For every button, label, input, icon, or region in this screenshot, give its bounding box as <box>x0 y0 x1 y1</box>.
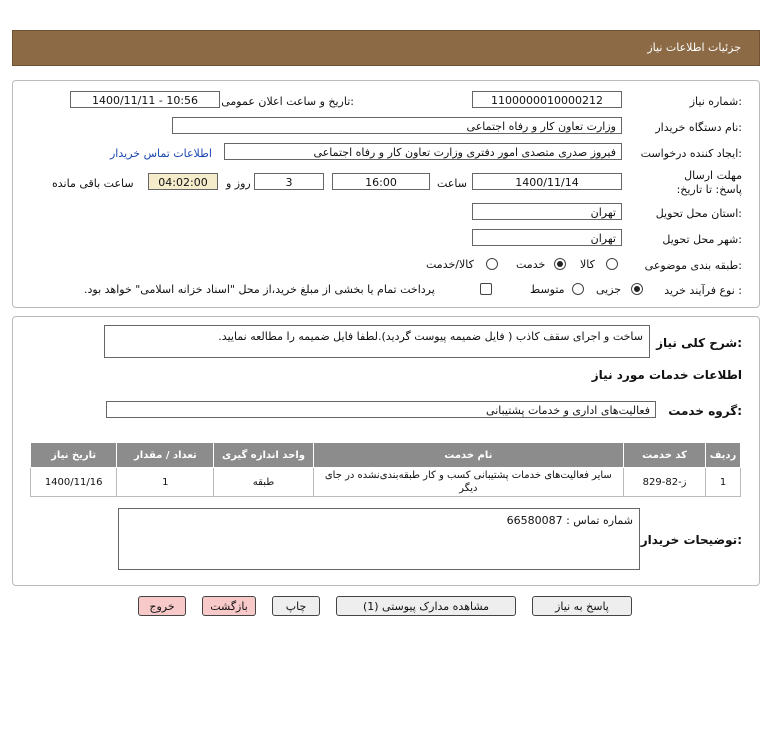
category-service-radio[interactable] <box>554 258 566 270</box>
remaining-time-field[interactable]: 04:02:00 <box>148 173 218 190</box>
buyer-notes-box[interactable]: شماره تماس : 66580087 <box>118 508 640 570</box>
services-section-title: اطلاعات خدمات مورد نیاز <box>591 368 742 382</box>
col-need-date: تاریخ نیاز <box>29 442 118 468</box>
days-field[interactable]: 3 <box>254 173 324 190</box>
deadline-date-field[interactable]: 1400/11/14 <box>472 173 622 190</box>
col-qty: تعداد / مقدار <box>116 442 215 468</box>
services-table: تاریخ نیاز تعداد / مقدار واحد اندازه گیر… <box>29 442 741 497</box>
buyer-contact-link[interactable]: اطلاعات تماس خریدار <box>110 147 212 160</box>
reply-button[interactable]: پاسخ به نیاز <box>532 596 632 616</box>
page-header: جزئیات اطلاعات نیاز <box>12 30 760 66</box>
cell-service-name: سایر فعالیت‌های خدمات پشتیبانی کسب و کار… <box>312 467 625 497</box>
time-label: ساعت <box>437 177 467 190</box>
remaining-label: ساعت باقی مانده <box>52 177 134 190</box>
need-number-label: شماره نیاز: <box>689 95 742 108</box>
treasury-payment-checkbox[interactable] <box>480 283 492 295</box>
deadline-label: مهلت ارسال پاسخ: تا تاریخ: <box>676 169 742 196</box>
buyer-notes-label: توضیحات خریدار: <box>640 533 742 547</box>
process-label: نوع فرآیند خرید : <box>664 284 742 297</box>
requester-field[interactable]: فیروز صدری متصدی امور دفتری وزارت تعاون … <box>224 143 622 160</box>
city-field[interactable]: تهران <box>472 229 622 246</box>
category-service-label: خدمت <box>516 258 546 271</box>
cell-service-code: ز-82-829 <box>623 467 707 497</box>
category-label: طبقه بندی موضوعی: <box>644 259 742 272</box>
buyer-org-field[interactable]: وزارت تعاون کار و رفاه اجتماعی <box>172 117 622 134</box>
announce-field[interactable]: 1400/11/11 - 10:56 <box>70 91 220 108</box>
requester-label: ایجاد کننده درخواست: <box>640 147 742 160</box>
table-header-row: تاریخ نیاز تعداد / مقدار واحد اندازه گیر… <box>29 442 741 468</box>
category-goods-radio[interactable] <box>606 258 618 270</box>
summary-box[interactable]: ساخت و اجرای سقف کاذب ( فایل ضمیمه پیوست… <box>104 325 650 358</box>
attachments-button[interactable]: مشاهده مدارک پیوستی (1) <box>336 596 516 616</box>
announce-label: تاریخ و ساعت اعلان عمومی: <box>221 95 354 108</box>
process-medium-radio[interactable] <box>572 283 584 295</box>
col-service-code: کد خدمت <box>623 442 707 468</box>
province-field[interactable]: تهران <box>472 203 622 220</box>
col-unit: واحد اندازه گیری <box>213 442 314 468</box>
process-medium-label: متوسط <box>530 283 565 296</box>
col-service-name: نام خدمت <box>312 442 625 468</box>
back-button[interactable]: بازگشت <box>202 596 256 616</box>
province-label: استان محل تحویل: <box>655 207 742 220</box>
cell-need-date: 1400/11/16 <box>29 467 118 497</box>
category-goods-label: کالا <box>580 258 595 271</box>
need-number-field[interactable]: 1100000010000212 <box>472 91 622 108</box>
service-group-label: گروه خدمت: <box>668 404 742 418</box>
buyer-org-label: نام دستگاه خریدار: <box>655 121 742 134</box>
treasury-payment-note: پرداخت تمام یا بخشی از مبلغ خرید،از محل … <box>84 283 435 296</box>
info-panel <box>12 80 760 308</box>
cell-unit: طبقه <box>213 467 314 497</box>
city-label: شهر محل تحویل: <box>662 233 742 246</box>
summary-label: شرح کلی نیاز: <box>656 336 742 350</box>
col-row: ردیف <box>705 442 741 468</box>
exit-button[interactable]: خروج <box>138 596 186 616</box>
print-button[interactable]: چاپ <box>272 596 320 616</box>
cell-row: 1 <box>705 467 741 497</box>
category-goods-service-label: کالا/خدمت <box>426 258 474 271</box>
process-partial-radio[interactable] <box>631 283 643 295</box>
deadline-time-field[interactable]: 16:00 <box>332 173 430 190</box>
process-partial-label: جزیی <box>596 283 622 296</box>
service-group-field[interactable]: فعالیت‌های اداری و خدمات پشتیبانی <box>106 401 656 418</box>
days-label: روز و <box>226 177 251 190</box>
category-goods-service-radio[interactable] <box>486 258 498 270</box>
table-row[interactable]: 1400/11/16 1 طبقه سایر فعالیت‌های خدمات … <box>29 467 741 497</box>
page-title: جزئیات اطلاعات نیاز <box>647 41 741 54</box>
cell-qty: 1 <box>116 467 215 497</box>
